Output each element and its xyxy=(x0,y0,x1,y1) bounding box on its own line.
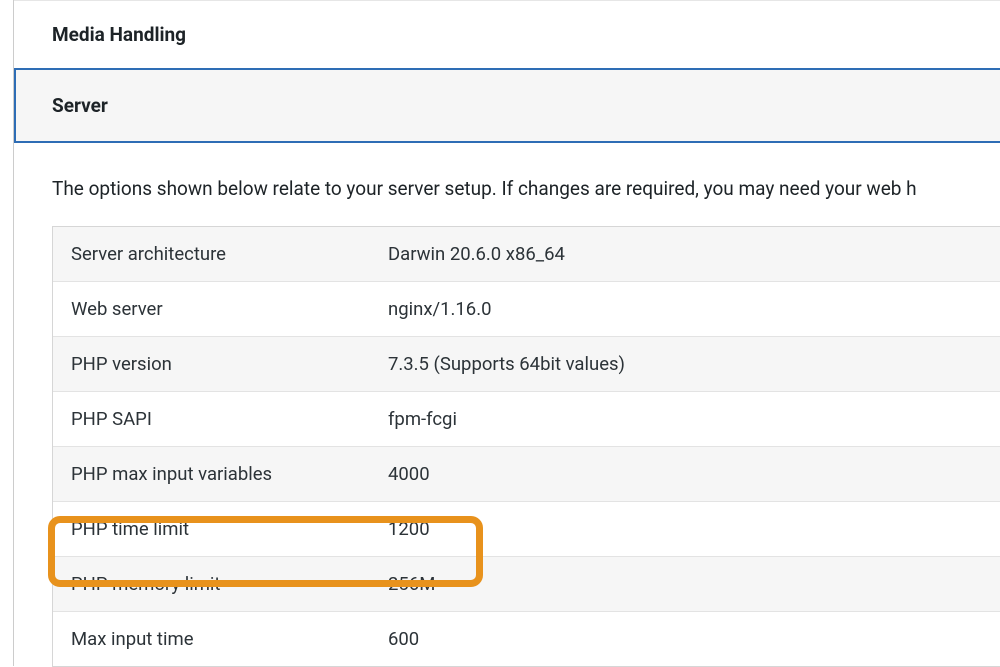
row-value: Darwin 20.6.0 x86_64 xyxy=(388,227,1000,281)
row-value: 4000 xyxy=(388,447,1000,501)
row-value: nginx/1.16.0 xyxy=(388,282,1000,336)
section-header-server[interactable]: Server xyxy=(14,68,1000,143)
row-label: PHP memory limit xyxy=(53,557,388,611)
server-section-description: The options shown below relate to your s… xyxy=(14,143,1000,226)
row-label: PHP time limit xyxy=(53,502,388,556)
row-value: 7.3.5 (Supports 64bit values) xyxy=(388,337,1000,391)
row-label: Max input time xyxy=(53,612,388,666)
table-row: Max input time 600 xyxy=(53,612,1000,666)
table-row: PHP version 7.3.5 (Supports 64bit values… xyxy=(53,337,1000,392)
table-row: Web server nginx/1.16.0 xyxy=(53,282,1000,337)
row-label: PHP max input variables xyxy=(53,447,388,501)
table-row: Server architecture Darwin 20.6.0 x86_64 xyxy=(53,227,1000,282)
row-label: PHP version xyxy=(53,337,388,391)
row-value: fpm-fcgi xyxy=(388,392,1000,446)
server-info-table: Server architecture Darwin 20.6.0 x86_64… xyxy=(52,226,1000,667)
table-row: PHP memory limit 256M xyxy=(53,557,1000,612)
table-row: PHP max input variables 4000 xyxy=(53,447,1000,502)
table-row: PHP time limit 1200 xyxy=(53,502,1000,557)
row-label: Server architecture xyxy=(53,227,388,281)
row-value: 600 xyxy=(388,612,1000,666)
row-label: PHP SAPI xyxy=(53,392,388,446)
row-value: 1200 xyxy=(388,502,1000,556)
row-value: 256M xyxy=(388,557,1000,611)
table-row: PHP SAPI fpm-fcgi xyxy=(53,392,1000,447)
row-label: Web server xyxy=(53,282,388,336)
section-header-media-handling[interactable]: Media Handling xyxy=(14,0,1000,68)
